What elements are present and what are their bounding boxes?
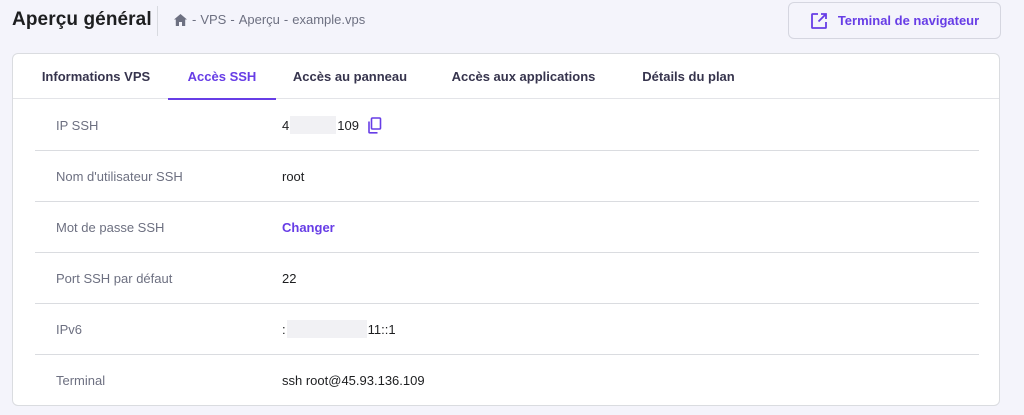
tab-application-access[interactable]: Accès aux applications [436,54,611,99]
ssh-ip-suffix: 109 [337,117,359,133]
home-icon[interactable] [173,13,188,27]
external-link-icon [810,12,828,30]
ssh-username-row: Nom d'utilisateur SSH root [35,151,979,202]
breadcrumb-separator: - [192,12,197,27]
browser-terminal-button[interactable]: Terminal de navigateur [788,2,1001,39]
ssh-port-row: Port SSH par défaut 22 [35,253,979,304]
ssh-port-value: 22 [282,270,297,286]
ssh-details-list: IP SSH 4 109 Nom d'utilisateur SSH root … [35,100,979,405]
page-title: Aperçu général [12,9,152,30]
ssh-ip-label: IP SSH [56,117,99,133]
ipv6-label: IPv6 [56,321,83,337]
ipv6-prefix: : [282,321,286,337]
ssh-ip-value: 4 109 [282,116,382,134]
tab-plan-details[interactable]: Détails du plan [621,54,756,99]
browser-terminal-label: Terminal de navigateur [837,13,980,28]
breadcrumb-item-hostname: example.vps [292,12,366,27]
change-password-link[interactable]: Changer [282,220,335,235]
page-header: Aperçu général - VPS - Aperçu - example.… [0,0,1024,52]
ipv6-value: : 11::1 [282,320,396,338]
ssh-password-row: Mot de passe SSH Changer [35,202,979,253]
vps-overview-card: Informations VPS Accès SSH Accès au pann… [12,53,1000,406]
ipv6-row: IPv6 : 11::1 [35,304,979,355]
copy-icon[interactable] [367,116,382,134]
terminal-row: Terminal ssh root@45.93.136.109 [35,355,979,405]
terminal-command-value: ssh root@45.93.136.109 [282,373,425,388]
ssh-ip-row: IP SSH 4 109 [35,100,979,151]
tab-panel-access[interactable]: Accès au panneau [280,54,420,99]
ipv6-suffix: 11::1 [367,321,396,337]
ssh-ip-prefix: 4 [282,117,290,133]
breadcrumb-separator: - [230,12,235,27]
ssh-port-label: Port SSH par défaut [56,270,173,286]
tab-bar: Informations VPS Accès SSH Accès au pann… [13,54,999,100]
ssh-password-label: Mot de passe SSH [56,219,165,235]
breadcrumb-item-vps[interactable]: VPS [200,12,226,27]
breadcrumb: - VPS - Aperçu - example.vps [173,12,365,27]
tab-ssh-access[interactable]: Accès SSH [168,54,276,100]
title-divider [157,6,158,36]
terminal-label: Terminal [56,373,106,388]
ssh-username-label: Nom d'utilisateur SSH [56,168,183,184]
ssh-username-value: root [282,168,305,184]
breadcrumb-separator: - [283,12,289,27]
tab-vps-information[interactable]: Informations VPS [28,54,164,99]
redacted-block [290,116,337,134]
breadcrumb-item-overview[interactable]: Aperçu [239,12,280,27]
redacted-block [286,320,367,338]
